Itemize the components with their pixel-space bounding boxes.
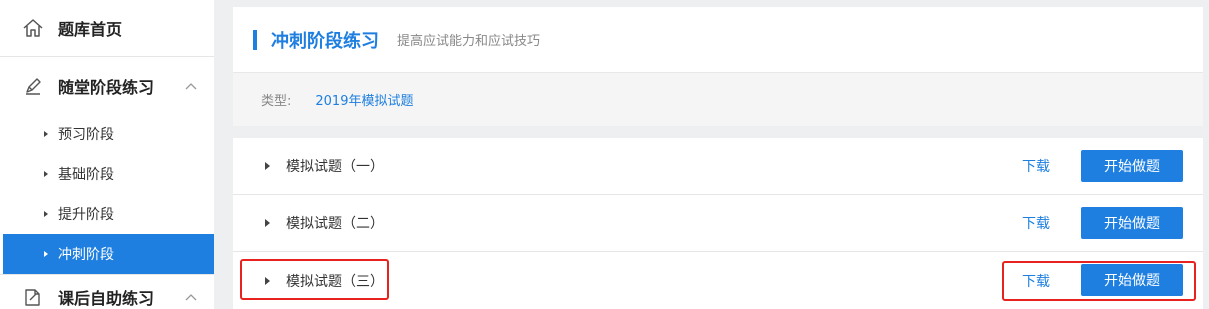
sidebar-item-label: 题库首页	[58, 20, 123, 39]
sidebar-group-selfstudy: 课后自助练习	[0, 274, 214, 309]
sidebar-item-home[interactable]: 题库首页	[0, 0, 214, 57]
header-card: 冲刺阶段练习 提高应试能力和应试技巧 类型: 2019年模拟试题	[233, 7, 1203, 126]
caret-right-icon	[44, 171, 48, 177]
sidebar-item-label: 课后自助练习	[58, 288, 155, 308]
sidebar-item-selfstudy[interactable]: 课后自助练习	[0, 274, 214, 309]
title-accent-bar	[253, 29, 257, 50]
exam-list: 模拟试题（一） 下载 开始做题 模拟试题（二） 下载 开始做题 模拟试题（三） …	[233, 138, 1203, 309]
edit-document-icon	[22, 286, 44, 308]
sidebar-subitem-label: 预习阶段	[58, 127, 114, 143]
caret-right-icon	[265, 162, 270, 170]
start-exam-button[interactable]: 开始做题	[1081, 207, 1183, 239]
exam-row[interactable]: 模拟试题（一） 下载 开始做题	[233, 138, 1203, 195]
sidebar-subitem-label: 基础阶段	[58, 167, 114, 183]
caret-right-icon	[44, 211, 48, 217]
start-exam-button[interactable]: 开始做题	[1081, 264, 1183, 296]
sidebar-item-label: 随堂阶段练习	[58, 77, 155, 97]
sidebar-item-practice[interactable]: 随堂阶段练习	[0, 57, 214, 114]
home-icon	[22, 17, 44, 39]
sidebar-subitem-preview[interactable]: 预习阶段	[0, 114, 214, 154]
sidebar-group-practice: 随堂阶段练习 预习阶段 基础阶段 提升阶段 冲刺阶段	[0, 57, 214, 274]
caret-right-icon	[265, 276, 270, 285]
start-exam-button[interactable]: 开始做题	[1081, 150, 1183, 182]
type-label: 类型:	[261, 94, 292, 109]
caret-right-icon	[44, 251, 48, 257]
caret-right-icon	[265, 219, 270, 227]
caret-right-icon	[44, 131, 48, 137]
download-link[interactable]: 下载	[1022, 271, 1050, 291]
sidebar: 题库首页 随堂阶段练习 预习阶段 基础阶段 提升阶段 冲刺阶段 课后自助练习	[0, 0, 214, 309]
title-row: 冲刺阶段练习 提高应试能力和应试技巧	[233, 7, 1203, 72]
sidebar-subitem-label: 冲刺阶段	[58, 247, 114, 263]
chevron-up-icon	[184, 290, 198, 304]
sidebar-subitem-label: 提升阶段	[58, 207, 114, 223]
sidebar-subitem-basic[interactable]: 基础阶段	[0, 154, 214, 194]
download-link[interactable]: 下载	[1022, 156, 1050, 176]
exam-row[interactable]: 模拟试题（三） 下载 开始做题	[233, 252, 1203, 309]
type-filter-row: 类型: 2019年模拟试题	[233, 72, 1203, 126]
download-link[interactable]: 下载	[1022, 213, 1050, 233]
exam-name: 模拟试题（一）	[286, 159, 384, 175]
page-title: 冲刺阶段练习	[271, 30, 379, 52]
exam-row[interactable]: 模拟试题（二） 下载 开始做题	[233, 195, 1203, 252]
pencil-icon	[22, 75, 44, 97]
exam-name: 模拟试题（二）	[286, 216, 384, 232]
chevron-up-icon	[184, 79, 198, 93]
sidebar-subitem-sprint[interactable]: 冲刺阶段	[3, 234, 214, 274]
type-option-2019-mock[interactable]: 2019年模拟试题	[315, 90, 413, 109]
exam-name: 模拟试题（三）	[286, 273, 384, 290]
sidebar-subitem-improve[interactable]: 提升阶段	[0, 194, 214, 234]
page-subtitle: 提高应试能力和应试技巧	[397, 34, 541, 49]
